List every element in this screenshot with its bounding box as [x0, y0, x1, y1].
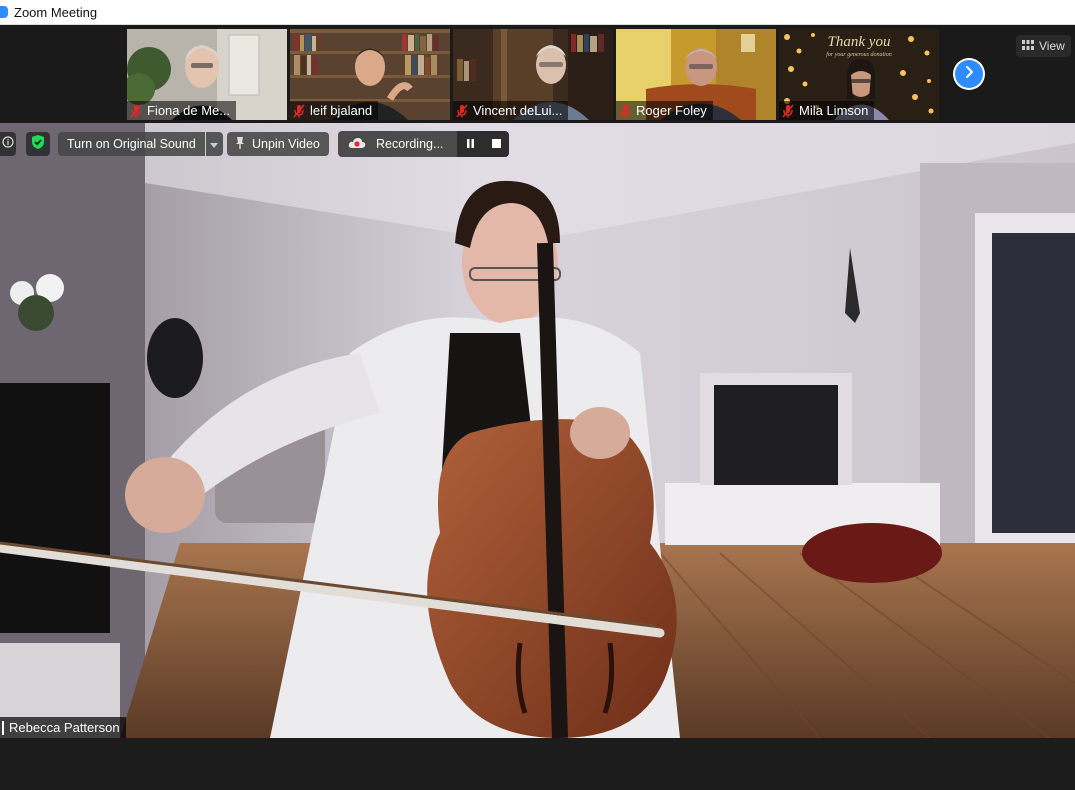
participant-video-mila[interactable]: Thank you for your generous donation Mil…	[779, 29, 939, 120]
encryption-button[interactable]	[26, 132, 50, 156]
chevron-down-icon	[210, 135, 219, 153]
original-sound-control: Turn on Original Sound	[58, 132, 223, 156]
shield-check-icon	[31, 134, 45, 155]
speaker-name-tag: Rebecca Patterson	[0, 717, 126, 738]
next-page-button[interactable]	[953, 58, 985, 90]
original-sound-dropdown[interactable]	[205, 132, 223, 156]
participant-video-fiona[interactable]: Fiona de Me...	[127, 29, 287, 120]
meeting-info-button[interactable]	[0, 132, 16, 156]
unpin-video-button[interactable]: Unpin Video	[227, 132, 329, 156]
main-video-image	[0, 123, 1075, 738]
muted-mic-icon	[456, 103, 468, 118]
window-title: Zoom Meeting	[14, 4, 98, 20]
stop-recording-button[interactable]	[483, 131, 510, 157]
participant-name: Roger Foley	[636, 103, 707, 118]
speaker-name: Rebecca Patterson	[9, 720, 120, 735]
title-bar: Zoom Meeting	[0, 0, 1075, 25]
pause-icon	[466, 135, 475, 153]
participant-name-tag: leif bjaland	[290, 101, 379, 120]
muted-mic-icon	[782, 103, 794, 118]
view-button[interactable]: View	[1016, 35, 1071, 57]
participant-video-roger[interactable]: Roger Foley	[616, 29, 776, 120]
thank-you-subtext: for your generous donation	[826, 51, 892, 58]
cloud-record-icon	[348, 137, 366, 152]
original-sound-label: Turn on Original Sound	[67, 137, 196, 151]
info-icon	[2, 135, 14, 153]
view-label: View	[1039, 39, 1065, 53]
bottom-area	[0, 738, 1075, 790]
participant-video-vincent[interactable]: Vincent deLui...	[453, 29, 613, 120]
main-speaker-video[interactable]	[0, 123, 1075, 738]
chevron-right-icon	[962, 65, 976, 84]
grid-icon	[1022, 39, 1034, 53]
participant-name: leif bjaland	[310, 103, 373, 118]
thank-you-text: Thank you	[828, 34, 891, 50]
participant-name: Vincent deLui...	[473, 103, 563, 118]
gallery-strip: Fiona de Me... leif bjaland Vincent deLu…	[0, 25, 1075, 123]
muted-mic-icon	[130, 103, 142, 118]
recording-label: Recording...	[376, 137, 444, 151]
original-sound-button[interactable]: Turn on Original Sound	[58, 132, 205, 156]
unpin-label: Unpin Video	[252, 137, 320, 151]
speaker-indicator	[2, 720, 4, 735]
participant-name-tag: Fiona de Me...	[127, 101, 237, 120]
participant-name-tag: Mila Limson	[779, 101, 875, 120]
zoom-app-icon	[0, 6, 8, 18]
pin-icon	[235, 136, 245, 153]
participant-video-leif[interactable]: leif bjaland	[290, 29, 450, 120]
stop-icon	[491, 135, 501, 153]
pause-recording-button[interactable]	[457, 131, 484, 157]
muted-mic-icon	[619, 103, 631, 118]
recording-status[interactable]: Recording...	[338, 131, 458, 157]
recording-control: Recording...	[338, 131, 510, 157]
participant-name-tag: Roger Foley	[616, 101, 713, 120]
participant-name: Fiona de Me...	[147, 103, 231, 118]
muted-mic-icon	[293, 103, 305, 118]
participant-name: Mila Limson	[799, 103, 869, 118]
participant-name-tag: Vincent deLui...	[453, 101, 569, 120]
